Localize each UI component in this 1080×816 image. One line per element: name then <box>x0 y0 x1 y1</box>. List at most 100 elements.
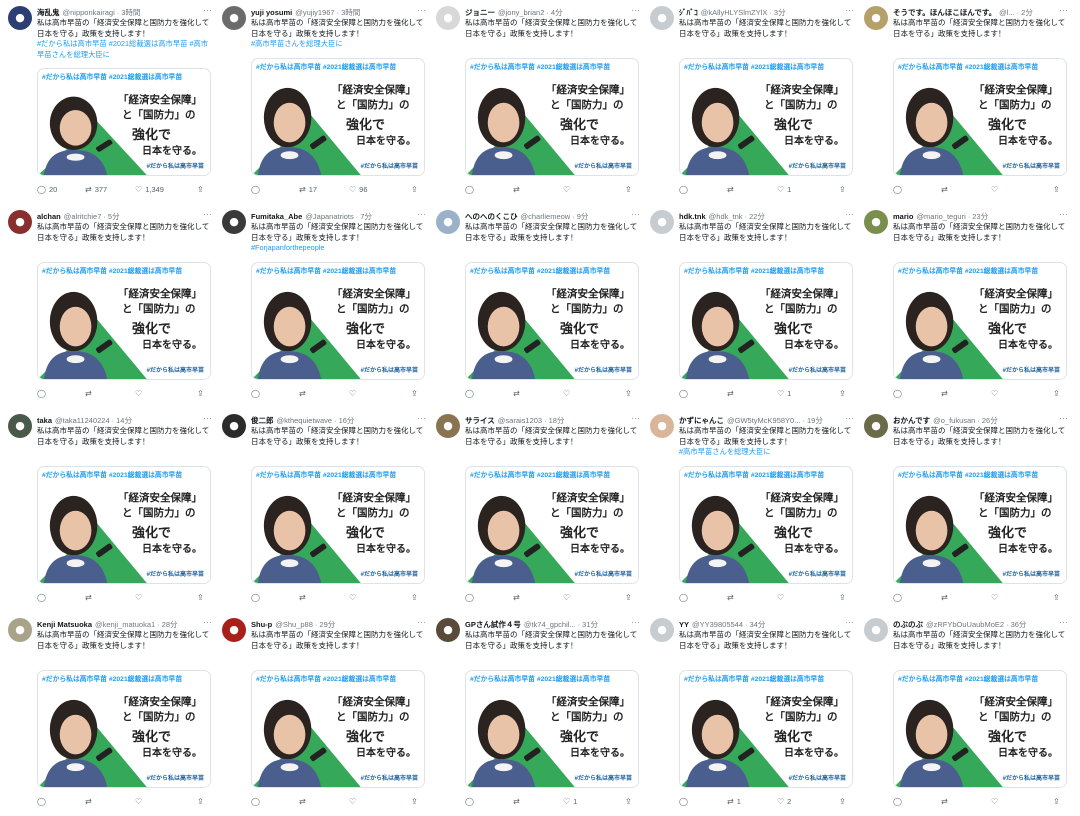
reply-button[interactable]: ◯ <box>679 184 691 196</box>
tweet-media[interactable]: #だから私は高市早苗 #2021総裁選は高市早苗 「経済安全保障」 と「国防力」の… <box>251 58 425 176</box>
avatar[interactable]: ● <box>8 6 32 30</box>
like-button[interactable]: ♡ <box>135 796 145 808</box>
timestamp[interactable]: 36分 <box>1011 620 1027 629</box>
timestamp[interactable]: 22分 <box>749 212 765 221</box>
retweet-button[interactable]: ⇄ <box>727 388 737 400</box>
reply-button[interactable]: ◯ <box>679 796 691 808</box>
tweet-card[interactable]: ● Fumitaka_Abe @Japanatriots · 7分 ··· 私は高市早苗の「… <box>218 206 430 406</box>
share-button[interactable]: ⇪ <box>1053 796 1063 808</box>
tweet-card[interactable]: ● へのへのくこひ @charliemeow · 9分 ··· 私は高市早苗の「経済安全保障… <box>432 206 644 406</box>
retweet-button[interactable]: ⇄ <box>513 184 523 196</box>
retweet-button[interactable]: ⇄ 1 <box>727 796 741 808</box>
tweet-media[interactable]: #だから私は高市早苗 #2021総裁選は高市早苗 「経済安全保障」 と「国防力」の… <box>37 68 211 176</box>
more-icon[interactable]: ··· <box>631 414 640 423</box>
reply-button[interactable]: ◯ <box>37 592 49 604</box>
like-button[interactable]: ♡ <box>349 388 359 400</box>
tweet-media[interactable]: #だから私は高市早苗 #2021総裁選は高市早苗 「経済安全保障」 と「国防力」の… <box>465 670 639 788</box>
more-icon[interactable]: ··· <box>203 618 212 627</box>
user-handle[interactable]: @Japanatriots <box>305 212 353 221</box>
tweet-media[interactable]: #だから私は高市早苗 #2021総裁選は高市早苗 「経済安全保障」 と「国防力」の… <box>893 58 1067 176</box>
display-name[interactable]: ｼﾞﾊﾞｺ <box>679 8 698 17</box>
share-button[interactable]: ⇪ <box>1053 388 1063 400</box>
share-button[interactable]: ⇪ <box>411 184 421 196</box>
reply-button[interactable]: ◯ <box>251 592 263 604</box>
like-button[interactable]: ♡ <box>349 592 359 604</box>
timestamp[interactable]: 29分 <box>319 620 335 629</box>
tweet-media[interactable]: #だから私は高市早苗 #2021総裁選は高市早苗 「経済安全保障」 と「国防力」の… <box>37 466 211 584</box>
tweet-hashtags[interactable]: #高市早苗さんを総理大臣に <box>679 447 855 458</box>
tweet-card[interactable]: ● 俊二郎 @kthequietwave · 16分 ··· 私は高市早苗の「経済安全保障と… <box>218 410 430 610</box>
tweet-hashtags[interactable]: #高市早苗さんを総理大臣に <box>251 39 427 50</box>
avatar[interactable]: ● <box>436 618 460 642</box>
more-icon[interactable]: ··· <box>845 414 854 423</box>
share-button[interactable]: ⇪ <box>411 388 421 400</box>
tweet-card[interactable]: ● Shu-p @Shu_p88 · 29分 ··· 私は高市早苗の「経済安全保障と国防力を… <box>218 614 430 814</box>
tweet-media[interactable]: #だから私は高市早苗 #2021総裁選は高市早苗 「経済安全保障」 と「国防力」の… <box>251 466 425 584</box>
timestamp[interactable]: 3時間 <box>121 8 140 17</box>
display-name[interactable]: そうです。ほんほこほんです。 <box>893 8 996 17</box>
more-icon[interactable]: ··· <box>203 210 212 219</box>
share-button[interactable]: ⇪ <box>197 592 207 604</box>
retweet-button[interactable]: ⇄ <box>299 388 309 400</box>
more-icon[interactable]: ··· <box>417 6 426 15</box>
like-button[interactable]: ♡ 2 <box>777 796 791 808</box>
display-name[interactable]: yuji yosumi <box>251 8 292 17</box>
tweet-card[interactable]: ● かずにゃんこ @GW5tyMcK958Y0... · 19分 ··· 私は高市早苗の「経… <box>646 410 858 610</box>
tweet-card[interactable]: ● のぶのぶ @zRFYbOuUaubMoE2 · 36分 ··· 私は高市早苗の「経済安全… <box>860 614 1072 814</box>
avatar[interactable]: ● <box>8 618 32 642</box>
retweet-button[interactable]: ⇄ <box>299 592 309 604</box>
reply-button[interactable]: ◯ <box>893 184 905 196</box>
share-button[interactable]: ⇪ <box>197 388 207 400</box>
share-button[interactable]: ⇪ <box>839 184 849 196</box>
reply-button[interactable]: ◯ <box>679 592 691 604</box>
retweet-button[interactable]: ⇄ <box>513 796 523 808</box>
retweet-button[interactable]: ⇄ <box>85 796 95 808</box>
avatar[interactable]: ● <box>650 6 674 30</box>
share-button[interactable]: ⇪ <box>625 796 635 808</box>
like-button[interactable]: ♡ 96 <box>349 184 368 196</box>
user-handle[interactable]: @tk74_gpchil... <box>524 620 576 629</box>
like-button[interactable]: ♡ <box>991 388 1001 400</box>
timestamp[interactable]: 9分 <box>577 212 589 221</box>
avatar[interactable]: ● <box>8 210 32 234</box>
retweet-button[interactable]: ⇄ <box>941 796 951 808</box>
display-name[interactable]: サライス <box>465 416 495 425</box>
user-handle[interactable]: @yujiy1967 <box>295 8 334 17</box>
display-name[interactable]: のぶのぶ <box>893 620 923 629</box>
tweet-media[interactable]: #だから私は高市早苗 #2021総裁選は高市早苗 「経済安全保障」 と「国防力」の… <box>679 58 853 176</box>
like-button[interactable]: ♡ <box>991 184 1001 196</box>
reply-button[interactable]: ◯ <box>251 796 263 808</box>
retweet-button[interactable]: ⇄ <box>727 184 737 196</box>
tweet-hashtags[interactable]: #だから私は高市早苗 #2021総裁選は高市早苗 #高市早苗さんを総理大臣に <box>37 39 213 60</box>
avatar[interactable]: ● <box>222 618 246 642</box>
share-button[interactable]: ⇪ <box>839 796 849 808</box>
tweet-media[interactable]: #だから私は高市早苗 #2021総裁選は高市早苗 「経済安全保障」 と「国防力」の… <box>251 670 425 788</box>
reply-button[interactable]: ◯ <box>893 796 905 808</box>
user-handle[interactable]: @kAllyHLYSlmZYlX <box>701 8 768 17</box>
tweet-media[interactable]: #だから私は高市早苗 #2021総裁選は高市早苗 「経済安全保障」 と「国防力」の… <box>893 262 1067 380</box>
share-button[interactable]: ⇪ <box>625 592 635 604</box>
avatar[interactable]: ● <box>864 414 888 438</box>
retweet-button[interactable]: ⇄ 17 <box>299 184 317 196</box>
avatar[interactable]: ● <box>650 618 674 642</box>
avatar[interactable]: ● <box>864 6 888 30</box>
more-icon[interactable]: ··· <box>417 414 426 423</box>
reply-button[interactable]: ◯ <box>465 184 477 196</box>
tweet-media[interactable]: #だから私は高市早苗 #2021総裁選は高市早苗 「経済安全保障」 と「国防力」の… <box>37 670 211 788</box>
display-name[interactable]: hdk.tnk <box>679 212 706 221</box>
avatar[interactable]: ● <box>222 210 246 234</box>
display-name[interactable]: Shu-p <box>251 620 272 629</box>
more-icon[interactable]: ··· <box>631 618 640 627</box>
reply-button[interactable]: ◯ <box>251 388 263 400</box>
timestamp[interactable]: 4分 <box>551 8 563 17</box>
display-name[interactable]: ジョニー <box>465 8 495 17</box>
timestamp[interactable]: 3時間 <box>341 8 360 17</box>
user-handle[interactable]: @jony_brian2 <box>498 8 544 17</box>
like-button[interactable]: ♡ <box>135 388 145 400</box>
share-button[interactable]: ⇪ <box>1053 592 1063 604</box>
tweet-media[interactable]: #だから私は高市早苗 #2021総裁選は高市早苗 「経済安全保障」 と「国防力」の… <box>465 466 639 584</box>
like-button[interactable]: ♡ <box>349 796 359 808</box>
tweet-media[interactable]: #だから私は高市早苗 #2021総裁選は高市早苗 「経済安全保障」 と「国防力」の… <box>465 262 639 380</box>
more-icon[interactable]: ··· <box>1059 6 1068 15</box>
tweet-media[interactable]: #だから私は高市早苗 #2021総裁選は高市早苗 「経済安全保障」 と「国防力」の… <box>251 262 425 380</box>
